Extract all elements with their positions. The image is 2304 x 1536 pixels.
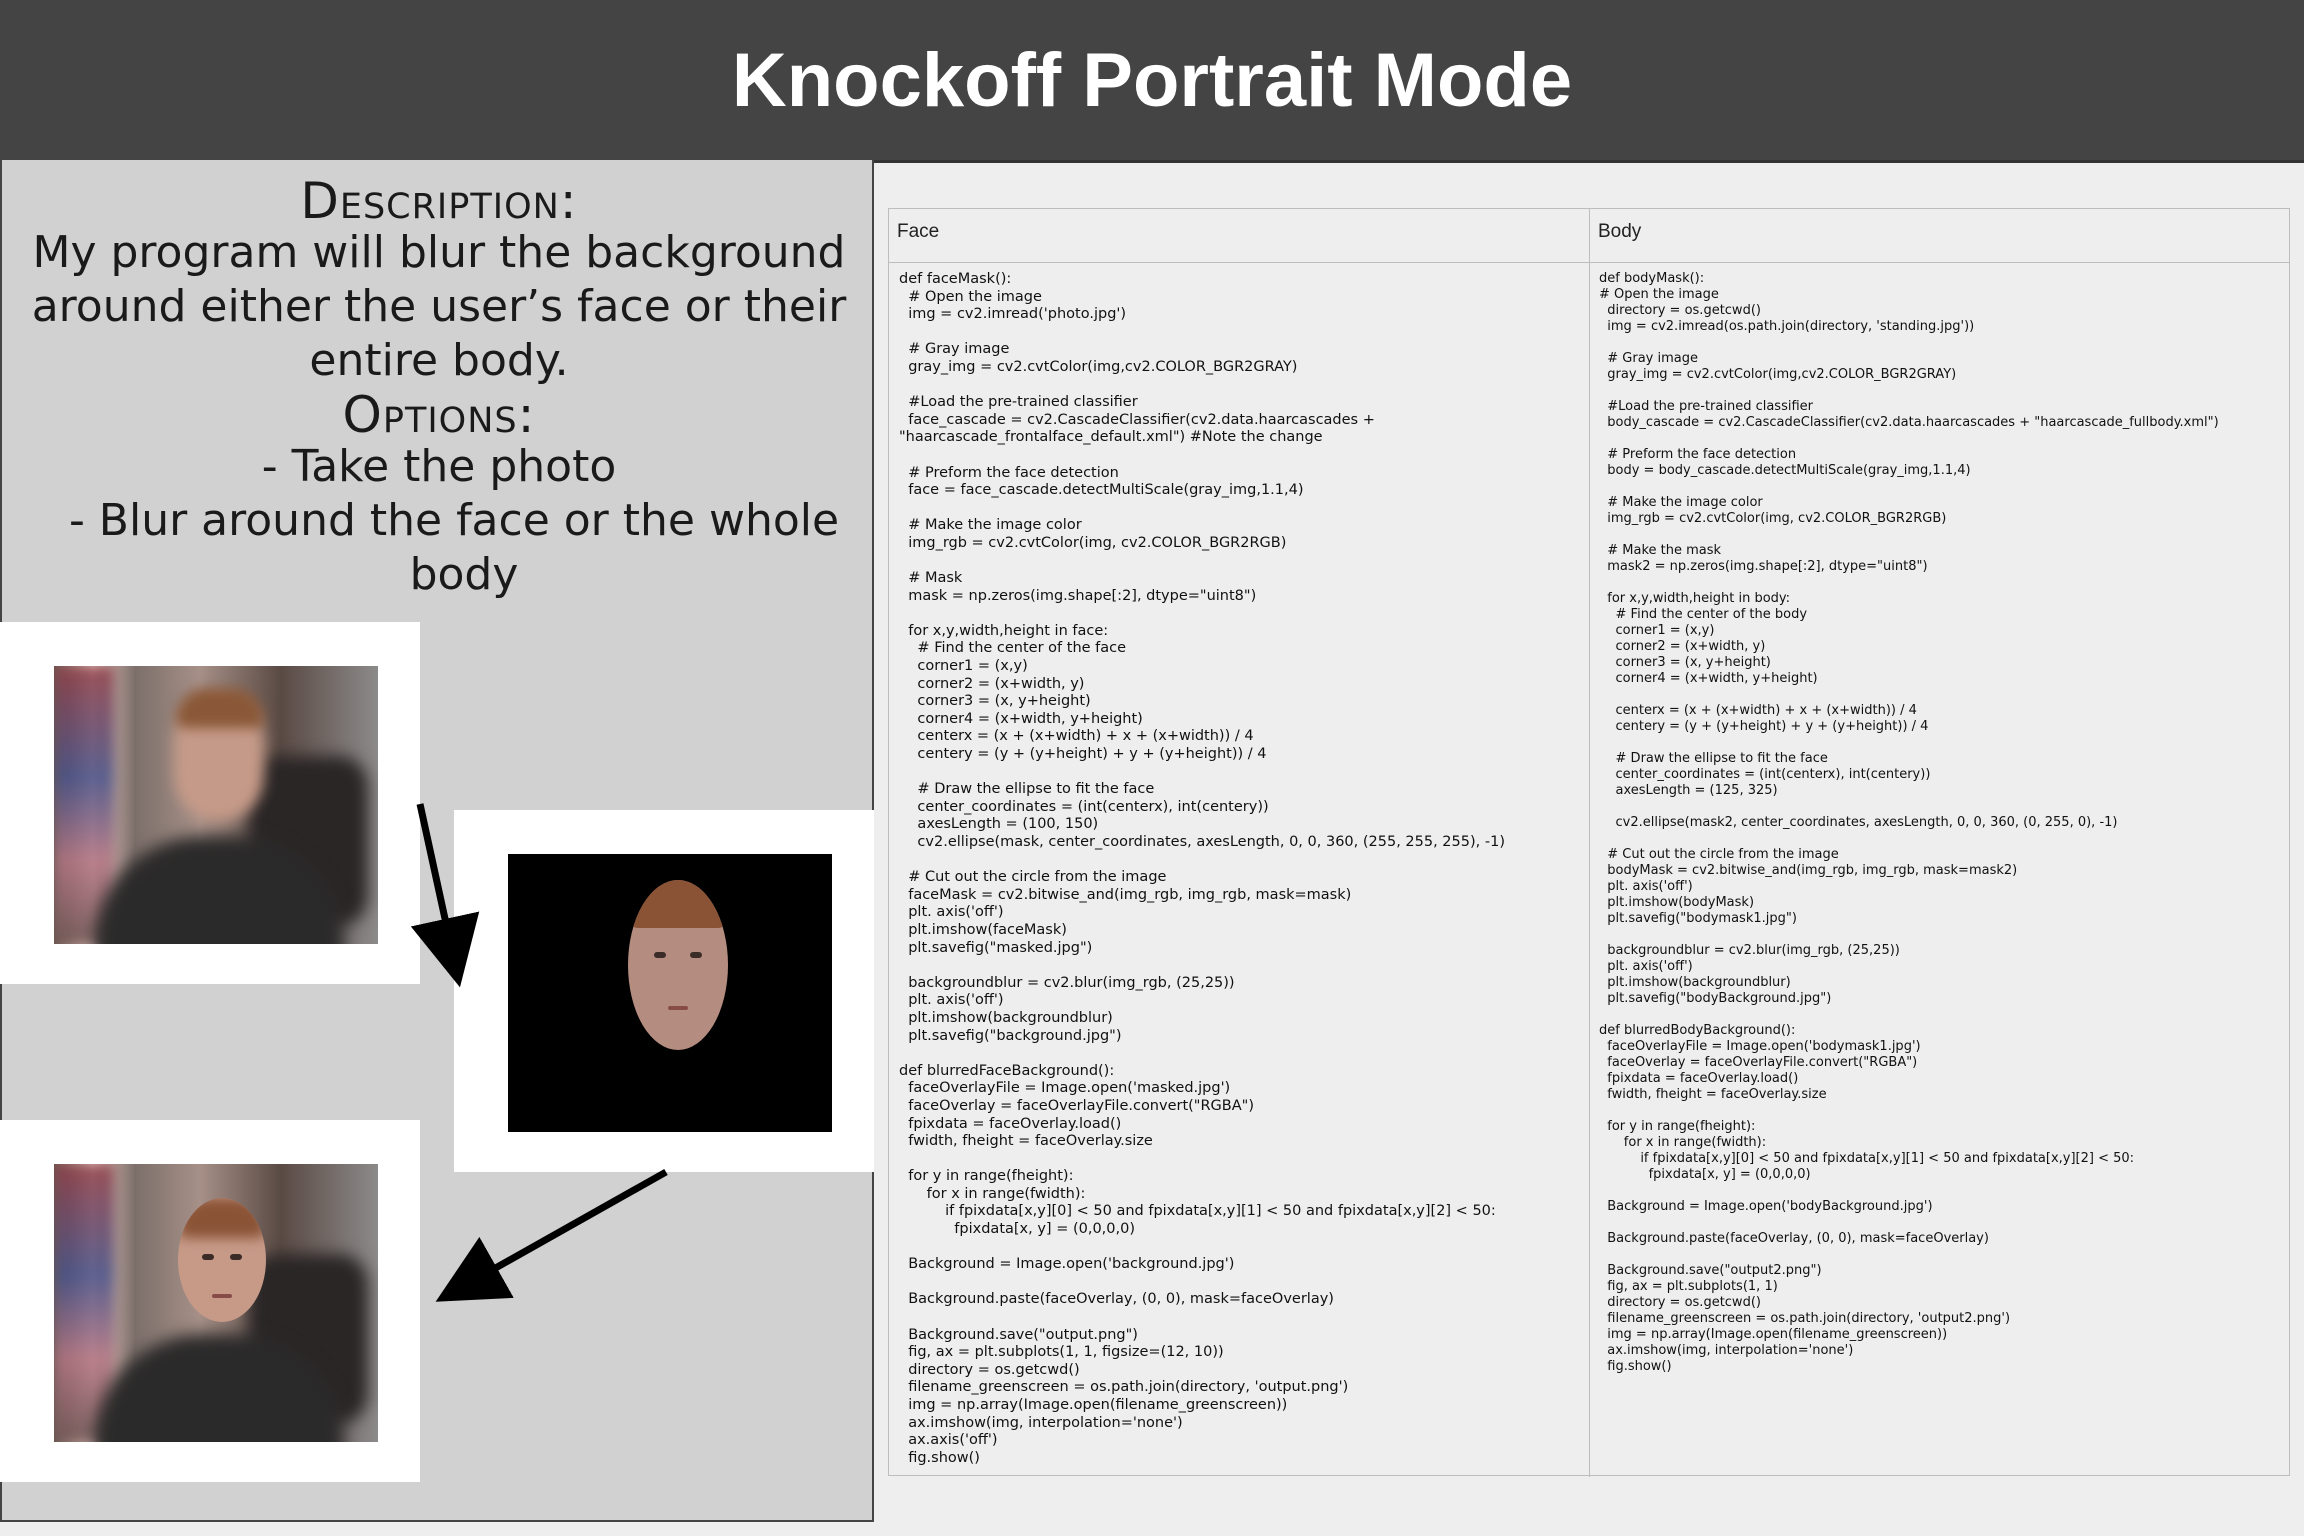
description-line-2: around either the user’s face or their xyxy=(31,281,847,332)
page-title: Knockoff Portrait Mode xyxy=(731,37,1573,123)
portrait-mode-result-photo xyxy=(54,1164,378,1442)
blurred-photo-frame xyxy=(0,622,420,984)
blurred-background-photo xyxy=(54,666,378,944)
code-table: Face Body def faceMask(): # Open the ima… xyxy=(888,208,2290,1477)
description-line-3: entire body. xyxy=(309,335,569,386)
face-mask-photo xyxy=(508,854,832,1132)
description-heading: Description: xyxy=(300,172,578,230)
face-column-header: Face xyxy=(889,209,1589,263)
body-code-block: def bodyMask(): # Open the image directo… xyxy=(1599,271,2219,1374)
option-blur-line-1: - Blur around the face or the whole xyxy=(68,495,840,546)
body-column-header: Body xyxy=(1590,209,2289,263)
option-take-photo: - Take the photo xyxy=(261,441,617,492)
result-photo-frame xyxy=(0,1120,420,1482)
face-code-block: def faceMask(): # Open the image img = c… xyxy=(899,271,1505,1466)
description-line-1: My program will blur the background xyxy=(32,227,846,278)
title-bar: Knockoff Portrait Mode xyxy=(0,0,2304,163)
column-divider xyxy=(1589,209,1590,1477)
options-heading: Options: xyxy=(342,386,536,444)
mask-photo-frame xyxy=(454,810,874,1172)
option-blur-line-2: body xyxy=(409,549,519,600)
